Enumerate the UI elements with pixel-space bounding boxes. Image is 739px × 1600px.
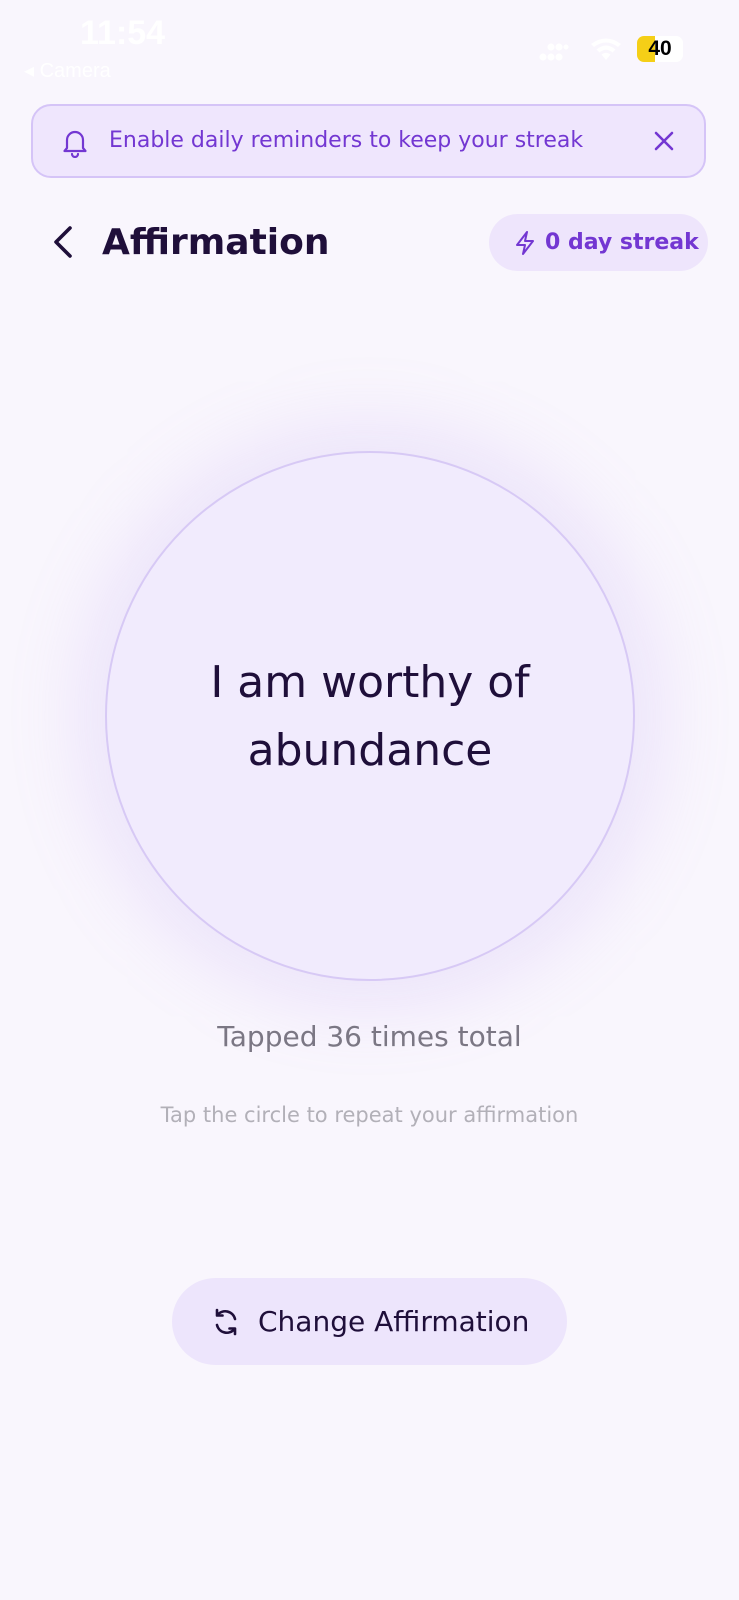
refresh-icon — [215, 1308, 237, 1336]
status-time: 11:54 — [80, 14, 166, 52]
affirmation-circle[interactable]: I am worthy of abundance — [105, 451, 635, 981]
page-title: Affirmation — [102, 222, 330, 263]
change-affirmation-label: Change Affirmation — [258, 1305, 530, 1338]
close-icon[interactable] — [652, 129, 676, 153]
change-affirmation-button[interactable]: Change Affirmation — [172, 1278, 567, 1365]
banner-message: Enable daily reminders to keep your stre… — [109, 128, 584, 153]
streak-label: 0 day streak — [545, 230, 699, 255]
battery-level: 40 — [648, 37, 672, 60]
chevron-left-icon — [54, 226, 72, 258]
battery-indicator: 40 — [637, 36, 683, 62]
cellular-signal-icon — [539, 43, 569, 61]
streak-badge[interactable]: 0 day streak — [489, 214, 708, 271]
lightning-icon — [516, 231, 534, 255]
reminder-banner[interactable]: Enable daily reminders to keep your stre… — [31, 104, 706, 178]
hint-text: Tap the circle to repeat your affirmatio… — [160, 1103, 579, 1127]
affirmation-text: I am worthy of abundance — [210, 657, 530, 776]
back-to-app-link[interactable]: ◂ Camera — [24, 58, 111, 83]
back-button[interactable] — [44, 220, 84, 264]
bell-icon — [63, 130, 87, 158]
status-bar: 11:54 ◂ Camera 40 — [0, 0, 739, 90]
tap-count: Tapped 36 times total — [217, 1020, 522, 1053]
wifi-icon — [591, 38, 621, 60]
